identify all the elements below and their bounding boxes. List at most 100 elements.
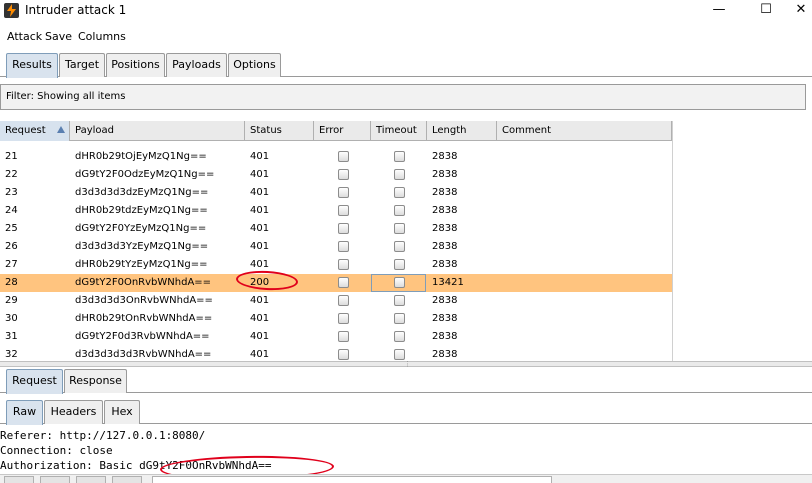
table-row[interactable]: 28 dG9tY2F0OnRvbWNhdA== 200 13421 xyxy=(0,274,672,292)
timeout-checkbox[interactable] xyxy=(394,151,405,162)
table-row[interactable]: 29 d3d3d3d3OnRvbWNhdA== 401 2838 xyxy=(0,292,672,310)
timeout-checkbox[interactable] xyxy=(394,205,405,216)
column-header-timeout[interactable]: Timeout xyxy=(371,121,427,141)
tab-options[interactable]: Options xyxy=(228,53,281,77)
tab-target[interactable]: Target xyxy=(59,53,105,77)
close-button[interactable]: ✕ xyxy=(790,0,812,22)
cell-length: 2838 xyxy=(432,205,458,216)
menu-bar: Attack Save Columns xyxy=(0,28,812,46)
tab-request[interactable]: Request xyxy=(6,369,63,394)
error-checkbox[interactable] xyxy=(338,169,349,180)
error-checkbox[interactable] xyxy=(338,151,349,162)
tab-results[interactable]: Results xyxy=(6,53,58,78)
error-checkbox[interactable] xyxy=(338,205,349,216)
title-bar: Intruder attack 1 — ☐ ✕ xyxy=(0,0,812,22)
tab-headers[interactable]: Headers xyxy=(44,400,103,424)
tab-positions[interactable]: Positions xyxy=(106,53,165,77)
previous-button[interactable] xyxy=(40,476,70,483)
table-row[interactable]: 23 d3d3d3d3dzEyMzQ1Ng== 401 2838 xyxy=(0,184,672,202)
request-line-referer: Referer: http://127.0.0.1:8080/ xyxy=(0,429,206,442)
timeout-checkbox[interactable] xyxy=(394,313,405,324)
filter-label: Filter: Showing all items xyxy=(6,91,126,102)
search-input[interactable] xyxy=(152,476,552,483)
next-button[interactable] xyxy=(112,476,142,483)
editor-toolbar xyxy=(0,474,812,483)
timeout-checkbox[interactable] xyxy=(394,241,405,252)
cell-status: 401 xyxy=(250,169,270,180)
table-row[interactable]: 21 dHR0b29tOjEyMzQ1Ng== 401 2838 xyxy=(0,148,672,166)
cell-status: 401 xyxy=(250,313,270,324)
column-header-label: Request xyxy=(5,125,46,136)
error-checkbox[interactable] xyxy=(338,259,349,270)
sort-ascending-icon xyxy=(57,126,65,133)
timeout-checkbox[interactable] xyxy=(394,187,405,198)
pane-splitter[interactable]: ⋮ xyxy=(0,360,812,368)
cell-request: 26 xyxy=(5,241,18,252)
column-header-comment[interactable]: Comment xyxy=(497,121,672,141)
burp-lightning-icon xyxy=(4,3,19,18)
timeout-checkbox[interactable] xyxy=(394,169,405,180)
cell-payload: d3d3d3d3d3RvbWNhdA== xyxy=(75,349,212,360)
tab-hex[interactable]: Hex xyxy=(104,400,140,424)
cell-payload: dHR0b29tYzEyMzQ1Ng== xyxy=(75,259,208,270)
column-header-error[interactable]: Error xyxy=(314,121,371,141)
cell-length: 2838 xyxy=(432,223,458,234)
menu-save[interactable]: Save xyxy=(45,30,72,43)
cell-status: 401 xyxy=(250,349,270,360)
tab-response[interactable]: Response xyxy=(64,369,127,393)
cell-request: 24 xyxy=(5,205,18,216)
error-checkbox[interactable] xyxy=(338,331,349,342)
maximize-button[interactable]: ☐ xyxy=(743,0,789,22)
timeout-checkbox[interactable] xyxy=(394,295,405,306)
tab-raw[interactable]: Raw xyxy=(6,400,43,425)
column-header-request[interactable]: Request xyxy=(0,121,70,141)
timeout-checkbox[interactable] xyxy=(394,331,405,342)
tab-payloads[interactable]: Payloads xyxy=(166,53,227,77)
cell-status: 401 xyxy=(250,205,270,216)
cell-request: 25 xyxy=(5,223,18,234)
timeout-checkbox[interactable] xyxy=(394,223,405,234)
table-row[interactable]: 26 d3d3d3d3YzEyMzQ1Ng== 401 2838 xyxy=(0,238,672,256)
error-checkbox[interactable] xyxy=(338,187,349,198)
table-row[interactable]: 31 dG9tY2F0d3RvbWNhdA== 401 2838 xyxy=(0,328,672,346)
request-line-connection: Connection: close xyxy=(0,444,113,457)
window-title: Intruder attack 1 xyxy=(25,3,127,17)
cell-length: 2838 xyxy=(432,151,458,162)
filter-bar[interactable]: Filter: Showing all items xyxy=(0,84,806,110)
error-checkbox[interactable] xyxy=(338,313,349,324)
timeout-checkbox[interactable] xyxy=(394,349,405,360)
cell-payload: d3d3d3d3YzEyMzQ1Ng== xyxy=(75,241,209,252)
cell-request: 28 xyxy=(5,277,18,288)
column-header-payload[interactable]: Payload xyxy=(70,121,245,141)
menu-columns[interactable]: Columns xyxy=(78,30,126,43)
cell-status: 401 xyxy=(250,241,270,252)
table-row[interactable]: 24 dHR0b29tdzEyMzQ1Ng== 401 2838 xyxy=(0,202,672,220)
error-checkbox[interactable] xyxy=(338,223,349,234)
cell-length: 2838 xyxy=(432,331,458,342)
cell-length: 2838 xyxy=(432,259,458,270)
column-header-length[interactable]: Length xyxy=(427,121,497,141)
splitter-grip-icon: ⋮ xyxy=(404,360,411,368)
table-row[interactable]: 25 dG9tY2F0YzEyMzQ1Ng== 401 2838 xyxy=(0,220,672,238)
view-tabs: Raw Headers Hex xyxy=(0,399,812,425)
help-button[interactable] xyxy=(4,476,34,483)
menu-attack[interactable]: Attack xyxy=(7,30,42,43)
table-row[interactable]: 30 dHR0b29tOnRvbWNhdA== 401 2838 xyxy=(0,310,672,328)
timeout-checkbox[interactable] xyxy=(394,277,405,288)
error-checkbox[interactable] xyxy=(338,349,349,360)
table-row[interactable]: 22 dG9tY2F0OdzEyMzQ1Ng== 401 2838 xyxy=(0,166,672,184)
cell-request: 21 xyxy=(5,151,18,162)
cell-payload: dHR0b29tdzEyMzQ1Ng== xyxy=(75,205,208,216)
error-checkbox[interactable] xyxy=(338,295,349,306)
cell-request: 27 xyxy=(5,259,18,270)
table-row[interactable]: 27 dHR0b29tYzEyMzQ1Ng== 401 2838 xyxy=(0,256,672,274)
minimize-button[interactable]: — xyxy=(696,0,742,22)
column-header-status[interactable]: Status xyxy=(245,121,314,141)
timeout-checkbox[interactable] xyxy=(394,259,405,270)
cell-request: 31 xyxy=(5,331,18,342)
add-button[interactable] xyxy=(76,476,106,483)
error-checkbox[interactable] xyxy=(338,277,349,288)
error-checkbox[interactable] xyxy=(338,241,349,252)
results-table: Request Payload Status Error Timeout Len… xyxy=(0,121,812,361)
cell-payload: d3d3d3d3OnRvbWNhdA== xyxy=(75,295,213,306)
